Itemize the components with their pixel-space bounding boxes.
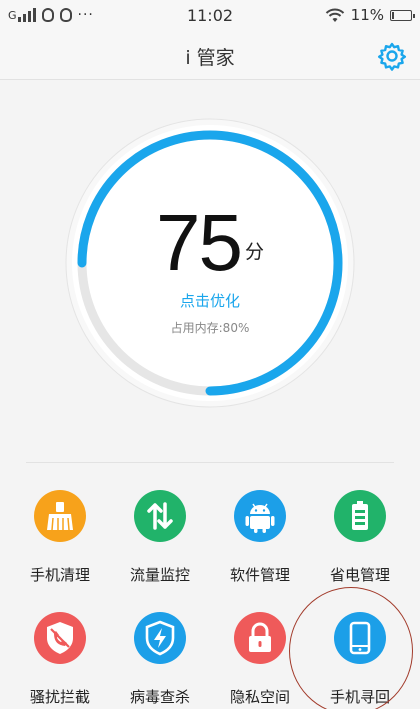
status-right-group: 11% — [325, 6, 415, 24]
tool-label: 隐私空间 — [229, 688, 290, 706]
page-title: i 管家 — [185, 47, 235, 69]
tool-label: 病毒查杀 — [129, 688, 190, 706]
broom-icon — [34, 490, 86, 542]
tool-label: 骚扰拦截 — [29, 688, 90, 706]
wifi-icon — [325, 8, 344, 22]
settings-button[interactable] — [376, 40, 408, 72]
memory-usage-text: 占用内存:80% — [170, 321, 250, 335]
tool-label: 手机清理 — [29, 566, 90, 584]
phone-icon — [334, 612, 386, 664]
tool-data-monitor[interactable]: 流量监控 — [110, 490, 210, 585]
tool-app-manager[interactable]: 软件管理 — [210, 490, 310, 585]
tool-label: 手机寻回 — [329, 688, 390, 706]
optimize-button[interactable]: 点击优化 — [62, 290, 358, 311]
lock-icon — [234, 612, 286, 664]
score-display: 75 分 — [62, 203, 358, 283]
tool-label: 省电管理 — [329, 566, 390, 584]
blocked-call-icon — [34, 612, 86, 664]
tool-label: 流量监控 — [129, 566, 190, 584]
tool-private-space[interactable]: 隐私空间 — [210, 612, 310, 707]
app-header: i 管家 — [0, 32, 420, 80]
tool-phone-cleanup[interactable]: 手机清理 — [10, 490, 110, 585]
gear-icon — [378, 42, 406, 71]
section-divider — [26, 462, 394, 463]
status-bar: G ··· 11:02 11% — [0, 0, 420, 32]
tool-label: 软件管理 — [229, 566, 290, 584]
score-value: 75 — [156, 198, 243, 287]
shield-bolt-icon — [134, 612, 186, 664]
android-icon — [234, 490, 286, 542]
battery-percent: 11% — [350, 6, 384, 24]
battery-icon — [390, 9, 415, 21]
tool-harassment-block[interactable]: 骚扰拦截 — [10, 612, 110, 707]
score-gauge[interactable]: 75 分 点击优化 占用内存:80% — [62, 115, 358, 411]
tool-power-manager[interactable]: 省电管理 — [310, 490, 410, 585]
tool-antivirus[interactable]: 病毒查杀 — [110, 612, 210, 707]
score-unit: 分 — [244, 241, 264, 263]
data-arrows-icon — [134, 490, 186, 542]
battery-icon — [334, 490, 386, 542]
tool-find-phone[interactable]: 手机寻回 — [310, 612, 410, 707]
